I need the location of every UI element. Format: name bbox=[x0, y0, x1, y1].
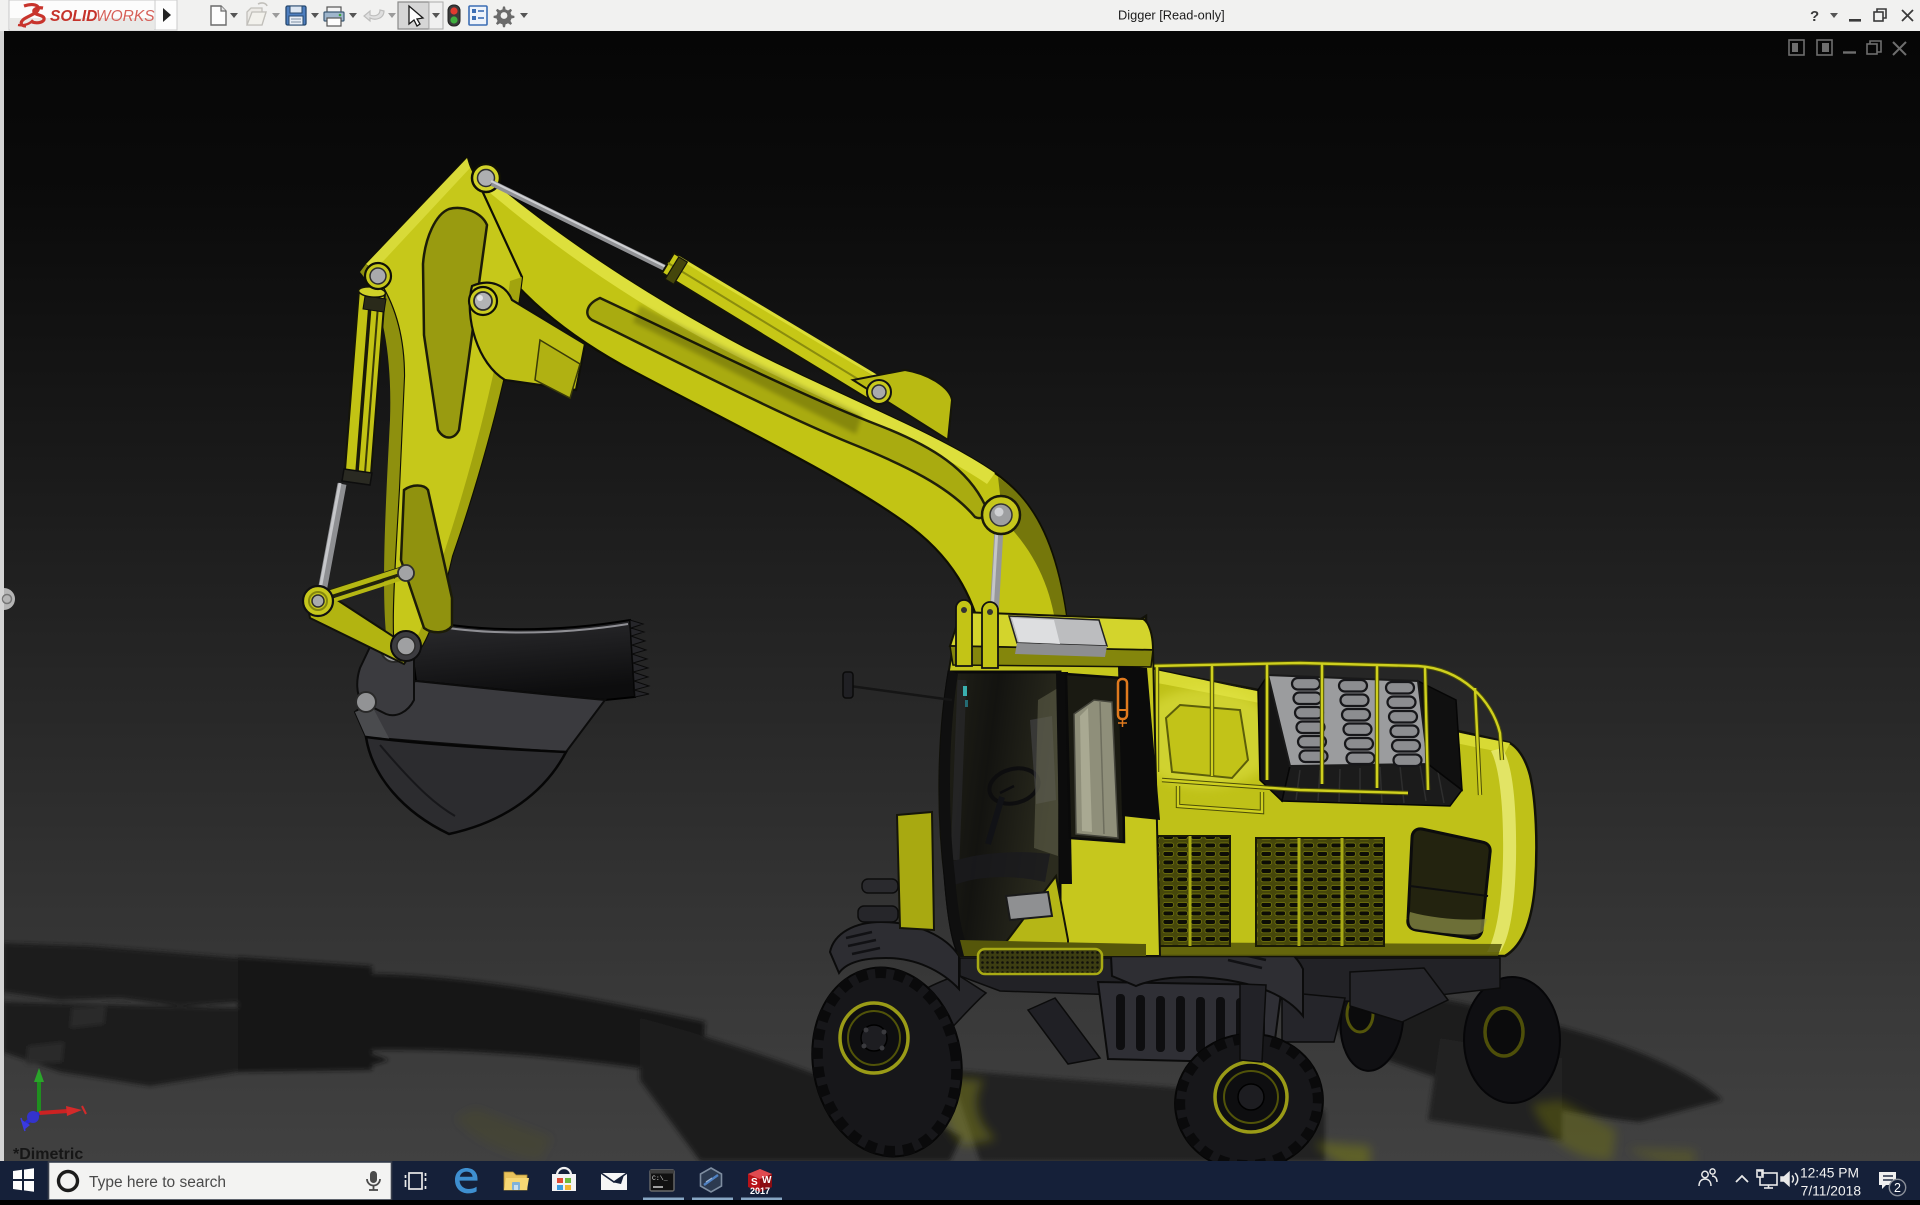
svg-text:W: W bbox=[762, 1175, 772, 1186]
svg-text:?: ? bbox=[1810, 8, 1819, 25]
svg-text:WORKS: WORKS bbox=[96, 8, 155, 25]
svg-text:7/11/2018: 7/11/2018 bbox=[1801, 1184, 1862, 1199]
svg-text:12:45 PM: 12:45 PM bbox=[1800, 1166, 1859, 1181]
svg-text:2017: 2017 bbox=[750, 1186, 770, 1196]
svg-text:*Dimetric: *Dimetric bbox=[13, 1146, 83, 1161]
svg-text:Digger [Read-only]: Digger [Read-only] bbox=[1118, 8, 1225, 23]
svg-text:C:\_: C:\_ bbox=[652, 1175, 668, 1182]
svg-text:SOLID: SOLID bbox=[50, 8, 97, 25]
svg-text:Type here to search: Type here to search bbox=[89, 1174, 226, 1191]
svg-text:2: 2 bbox=[1894, 1181, 1901, 1195]
